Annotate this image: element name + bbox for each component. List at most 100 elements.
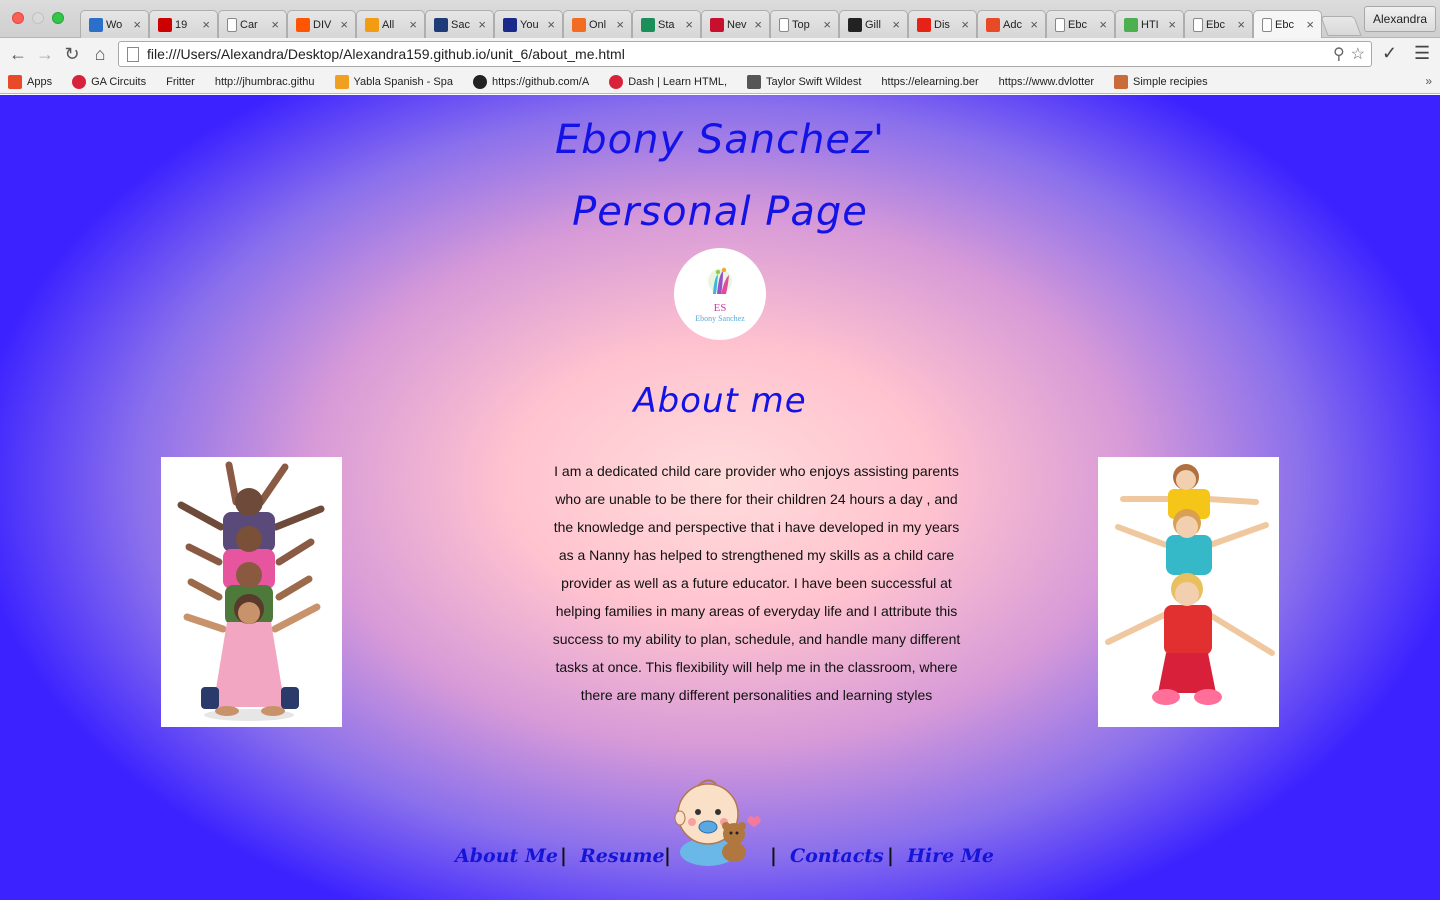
- close-window-button[interactable]: [12, 12, 24, 24]
- browser-tab[interactable]: Sta ×: [632, 10, 701, 38]
- bookmark-item[interactable]: Simple recipies: [1114, 74, 1208, 89]
- close-tab-icon[interactable]: ×: [685, 17, 693, 32]
- bookmark-label: Apps: [27, 75, 53, 88]
- color-picker-extension-icon[interactable]: ✓: [1382, 43, 1397, 64]
- profile-button[interactable]: Alexandra: [1364, 6, 1436, 32]
- youtube-icon: [917, 17, 931, 32]
- w3-icon: [1124, 17, 1138, 32]
- browser-tab[interactable]: Dis ×: [908, 10, 977, 38]
- close-tab-icon[interactable]: ×: [409, 17, 417, 32]
- about-heading: About me: [633, 381, 807, 421]
- browser-tab[interactable]: You ×: [494, 10, 563, 38]
- bookmark-item[interactable]: https://elearning.ber: [881, 76, 978, 88]
- close-tab-icon[interactable]: ×: [823, 17, 831, 32]
- more-bookmarks-button[interactable]: »: [1425, 74, 1432, 88]
- address-bar[interactable]: file:///Users/Alexandra/Desktop/Alexandr…: [118, 41, 1372, 67]
- close-tab-icon[interactable]: ×: [547, 17, 555, 32]
- nav-separator: |: [770, 845, 777, 867]
- bookmark-label: https://elearning.ber: [881, 75, 979, 88]
- close-tab-icon[interactable]: ×: [1237, 17, 1245, 32]
- browser-tab[interactable]: Ebc ×: [1184, 10, 1253, 38]
- reload-icon[interactable]: ↻: [60, 42, 84, 66]
- grid-icon: [434, 17, 448, 32]
- ga-icon: [72, 74, 87, 89]
- forward-icon[interactable]: →: [33, 42, 57, 66]
- github-icon: [472, 74, 487, 89]
- browser-toolbar: ← → ↻ ⌂ file:///Users/Alexandra/Desktop/…: [0, 38, 1440, 70]
- tab-title: Wo: [106, 18, 123, 31]
- bookmark-item[interactable]: Fritter: [166, 76, 195, 88]
- nav-separator: |: [560, 845, 567, 867]
- logo-name: Ebony Sanchez: [695, 313, 745, 323]
- close-tab-icon[interactable]: ×: [202, 17, 210, 32]
- browser-tab[interactable]: Wo ×: [80, 10, 149, 38]
- tab-title: Onl: [589, 18, 607, 31]
- tab-title: HTI: [1141, 18, 1159, 31]
- menu-icon[interactable]: ☰: [1414, 43, 1430, 64]
- bookmark-item[interactable]: Taylor Swift Wildest: [747, 74, 862, 89]
- browser-tab[interactable]: Ebc ×: [1253, 10, 1322, 38]
- close-tab-icon[interactable]: ×: [271, 17, 279, 32]
- bookmark-label: http://jhumbrac.githu: [214, 75, 315, 88]
- tab-title: Sac: [451, 18, 470, 31]
- bookmark-item[interactable]: GA Circuits: [72, 74, 146, 89]
- bookmark-item[interactable]: http://jhumbrac.githu: [215, 76, 315, 88]
- kids-stacked-image: [177, 461, 325, 721]
- cnn-icon: [158, 17, 172, 32]
- zoom-window-button[interactable]: [52, 12, 64, 24]
- close-tab-icon[interactable]: ×: [892, 17, 900, 32]
- apps-grid-icon: [986, 17, 1000, 32]
- search-icon[interactable]: ⚲: [1333, 44, 1345, 64]
- bookmark-item[interactable]: Apps: [8, 74, 53, 89]
- minimize-window-button[interactable]: [32, 12, 44, 24]
- browser-tab[interactable]: DIV ×: [287, 10, 356, 38]
- nav-resume-link[interactable]: Resume: [580, 845, 665, 867]
- browser-tab[interactable]: Nev ×: [701, 10, 770, 38]
- nav-hire-me-link[interactable]: Hire Me: [907, 845, 994, 867]
- footer-nav: About Me | Resume | | Contacts | Hire Me: [0, 845, 1440, 875]
- children-photo-left: [161, 457, 342, 727]
- browser-tab[interactable]: All ×: [356, 10, 425, 38]
- bookmark-item[interactable]: https://github.com/A: [472, 74, 589, 89]
- tab-title: Adc: [1003, 18, 1022, 31]
- browser-tab[interactable]: Onl ×: [563, 10, 632, 38]
- close-tab-icon[interactable]: ×: [754, 17, 762, 32]
- home-icon[interactable]: ⌂: [88, 42, 112, 66]
- close-tab-icon[interactable]: ×: [1168, 17, 1176, 32]
- close-tab-icon[interactable]: ×: [1030, 17, 1038, 32]
- bookmark-item[interactable]: https://www.dvlotter: [999, 76, 1094, 88]
- browser-tab[interactable]: 19 ×: [149, 10, 218, 38]
- close-tab-icon[interactable]: ×: [1306, 17, 1314, 32]
- browser-tab[interactable]: Sac ×: [425, 10, 494, 38]
- close-tab-icon[interactable]: ×: [340, 17, 348, 32]
- browser-tab[interactable]: Top ×: [770, 10, 839, 38]
- close-tab-icon[interactable]: ×: [961, 17, 969, 32]
- back-icon[interactable]: ←: [6, 42, 30, 66]
- browser-tab[interactable]: Gill ×: [839, 10, 908, 38]
- page-title-line2: Personal Page: [572, 189, 868, 235]
- apps-icon: [8, 74, 22, 89]
- bookmark-label: Fritter: [166, 75, 195, 88]
- bookmark-star-icon[interactable]: ☆: [1351, 44, 1365, 64]
- bookmark-item[interactable]: Yabla Spanish - Spa: [334, 74, 453, 89]
- new-tab-button[interactable]: [1320, 16, 1362, 36]
- bookmarks-bar: Apps GA Circuits Fritter http://jhumbrac.gi…: [0, 70, 1440, 94]
- close-tab-icon[interactable]: ×: [616, 17, 624, 32]
- bookmark-item[interactable]: Dash | Learn HTML,: [609, 74, 727, 89]
- tab-title: Car: [240, 18, 258, 31]
- close-tab-icon[interactable]: ×: [133, 17, 141, 32]
- browser-tab[interactable]: HTI ×: [1115, 10, 1184, 38]
- nav-about-me-link[interactable]: About Me: [455, 845, 558, 867]
- tab-title: All: [382, 18, 395, 31]
- browser-tab[interactable]: Ebc ×: [1046, 10, 1115, 38]
- browser-tab[interactable]: Car ×: [218, 10, 287, 38]
- tab-strip: Wo × 19 × Car × DIV × All × Sac × You × Onl × Sta × Nev × To…: [0, 0, 1440, 38]
- tab-title: Dis: [934, 18, 950, 31]
- close-tab-icon[interactable]: ×: [1099, 17, 1107, 32]
- tab-title: Gill: [865, 18, 881, 31]
- cart-icon: [710, 17, 724, 32]
- close-tab-icon[interactable]: ×: [478, 17, 486, 32]
- bookmark-label: Taylor Swift Wildest: [766, 75, 862, 88]
- browser-tab[interactable]: Adc ×: [977, 10, 1046, 38]
- nav-contacts-link[interactable]: Contacts: [790, 845, 884, 867]
